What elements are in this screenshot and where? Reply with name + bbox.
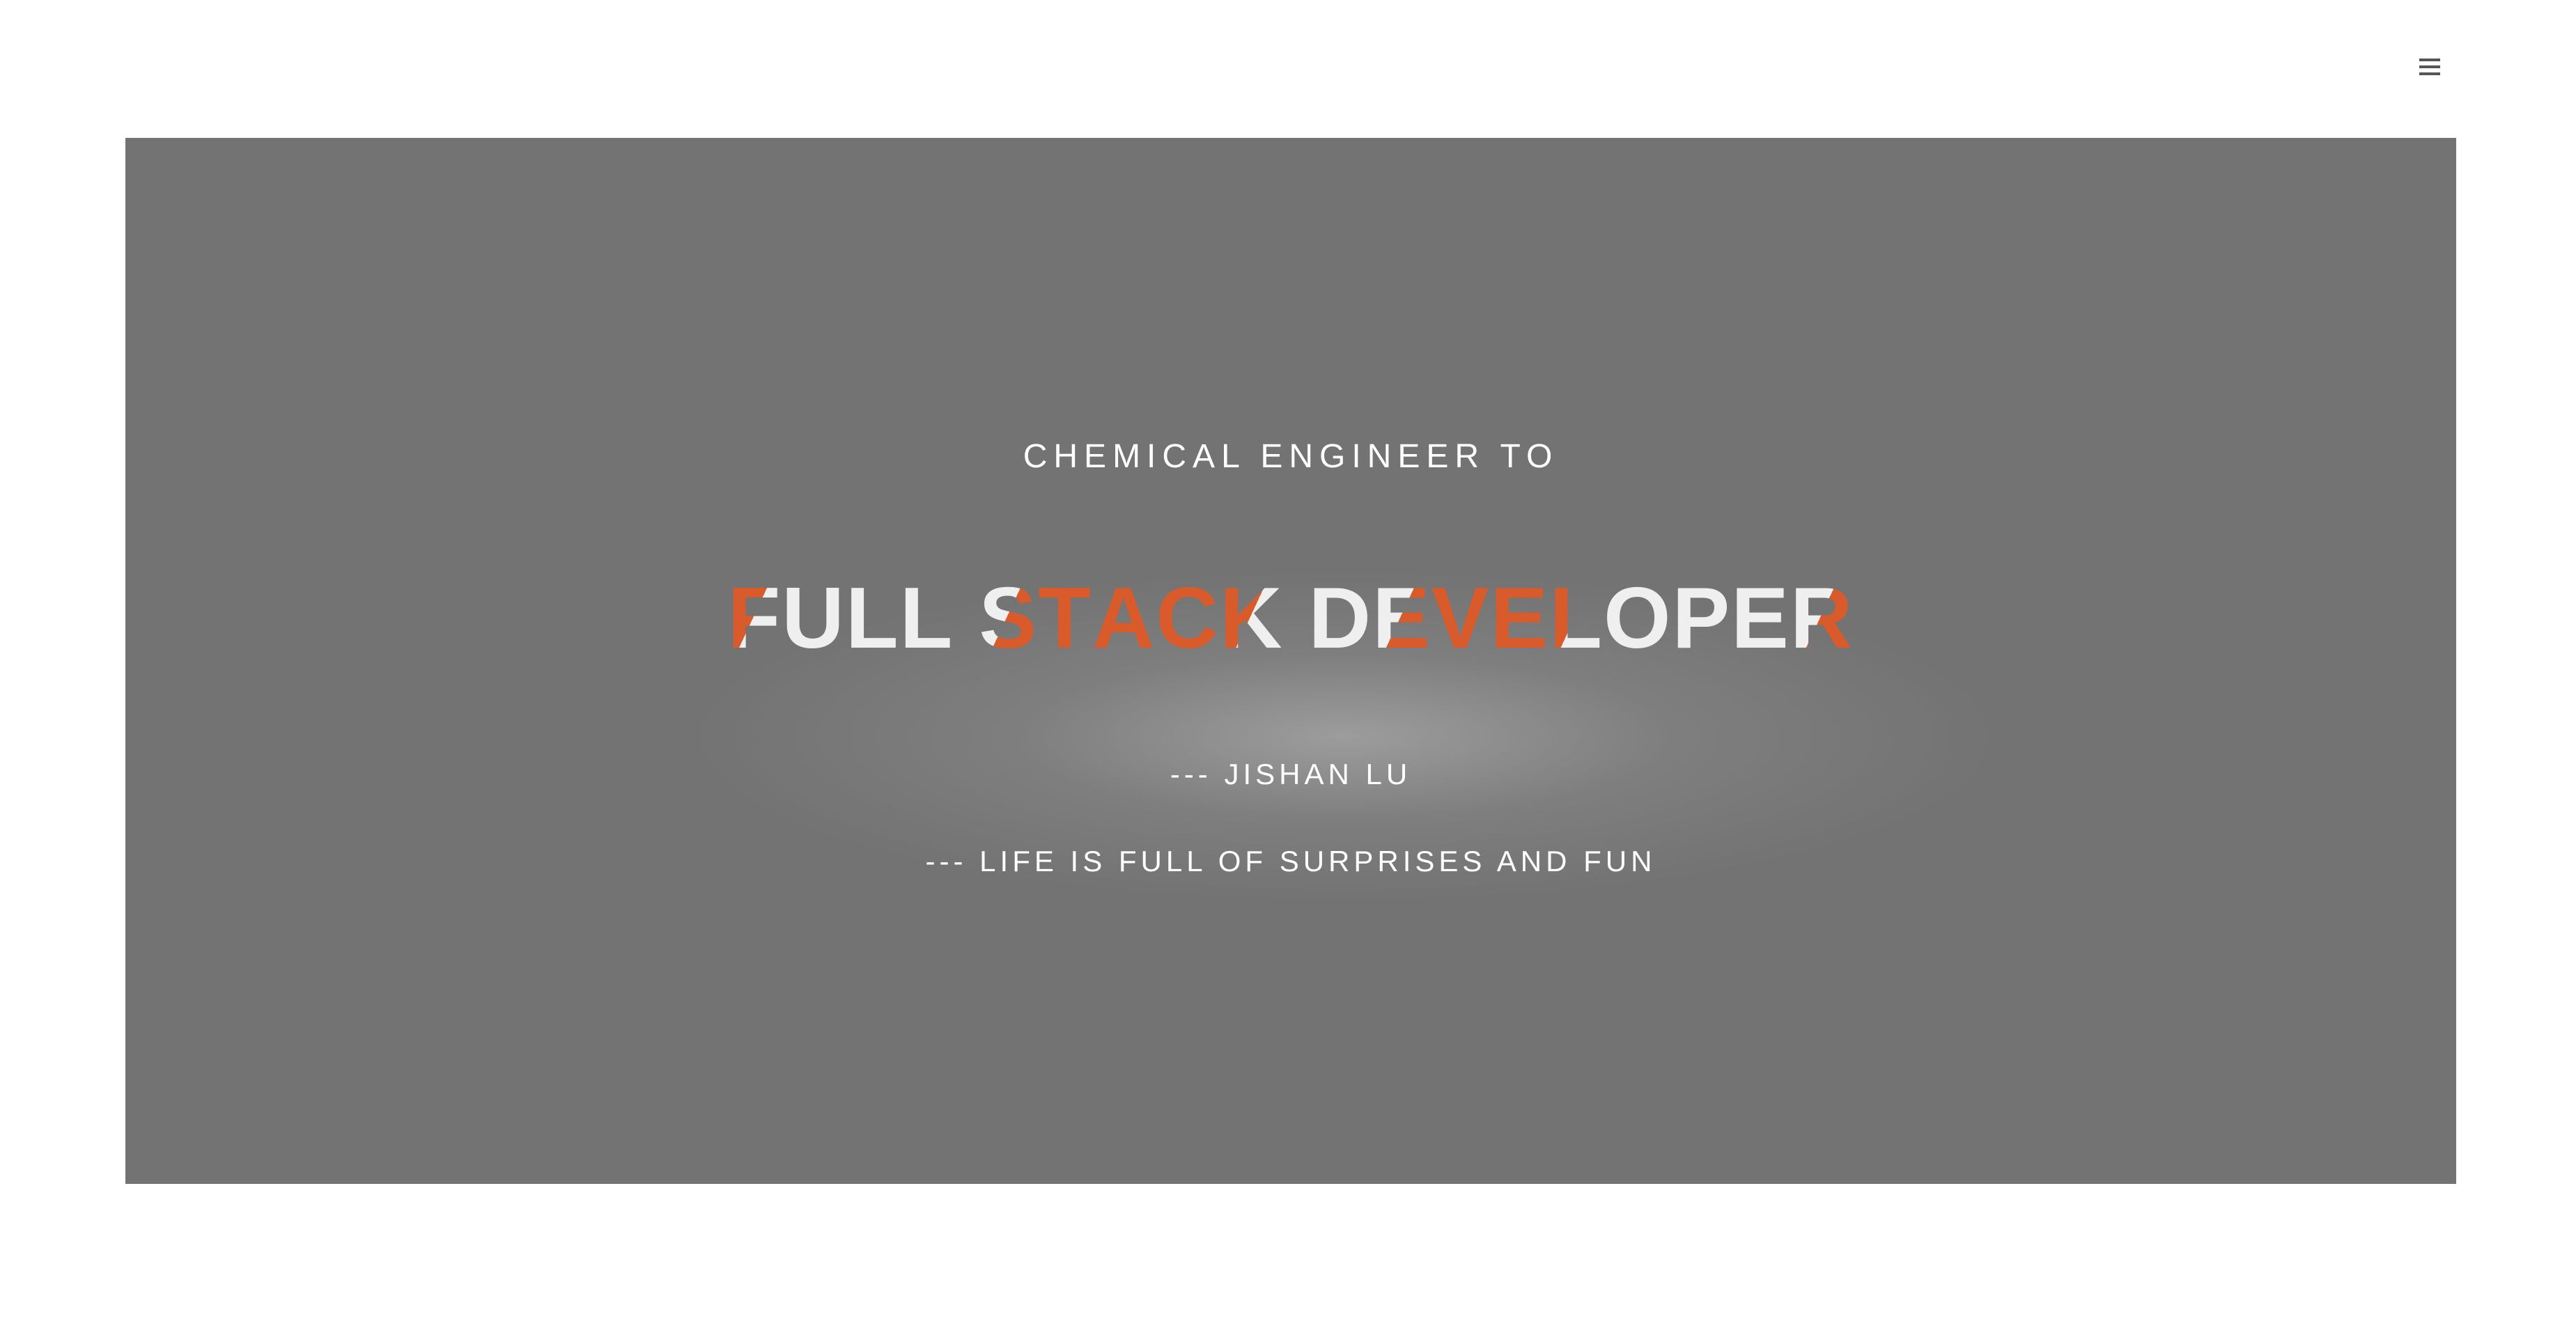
hero-headline: FULL STACK DEVELOPER [125, 570, 2456, 667]
hero-byline: --- JISHAN LU [1170, 758, 1412, 790]
headline-letter: O [1603, 570, 1673, 666]
headline-letter: L [899, 570, 954, 666]
page: CHEMICAL ENGINEER TO FULL STACK DEVELOPE… [0, 0, 2576, 1319]
headline-letter: V [1431, 570, 1491, 666]
headline-space [954, 570, 979, 667]
headline-letter: U [782, 570, 846, 666]
headline-letters: FULL STACK DEVELOPER [728, 570, 1854, 666]
headline-letter: S [979, 570, 1039, 666]
headline-letter: L [1549, 570, 1604, 666]
menu-button[interactable] [2416, 52, 2444, 82]
hamburger-menu-icon [2419, 57, 2440, 77]
headline-letter: C [1156, 570, 1220, 666]
headline-space [1284, 570, 1309, 667]
headline-letter: R [1790, 570, 1854, 666]
headline-letter: L [845, 570, 900, 666]
headline-letter: K [1219, 570, 1284, 666]
hero-motto: --- LIFE IS FULL OF SURPRISES AND FUN [925, 845, 1656, 877]
headline-letter: T [1038, 570, 1092, 666]
hero-banner: CHEMICAL ENGINEER TO FULL STACK DEVELOPE… [125, 138, 2456, 1184]
headline-letter: D [1308, 570, 1373, 666]
headline-letter: E [1372, 570, 1431, 666]
hero-subtitle: CHEMICAL ENGINEER TO [1023, 438, 1559, 475]
headline-letter: E [1731, 570, 1790, 666]
headline-letter: E [1490, 570, 1550, 666]
headline-letter: P [1672, 570, 1732, 666]
headline-letter: A [1092, 570, 1156, 666]
headline-letter: F [727, 570, 782, 666]
